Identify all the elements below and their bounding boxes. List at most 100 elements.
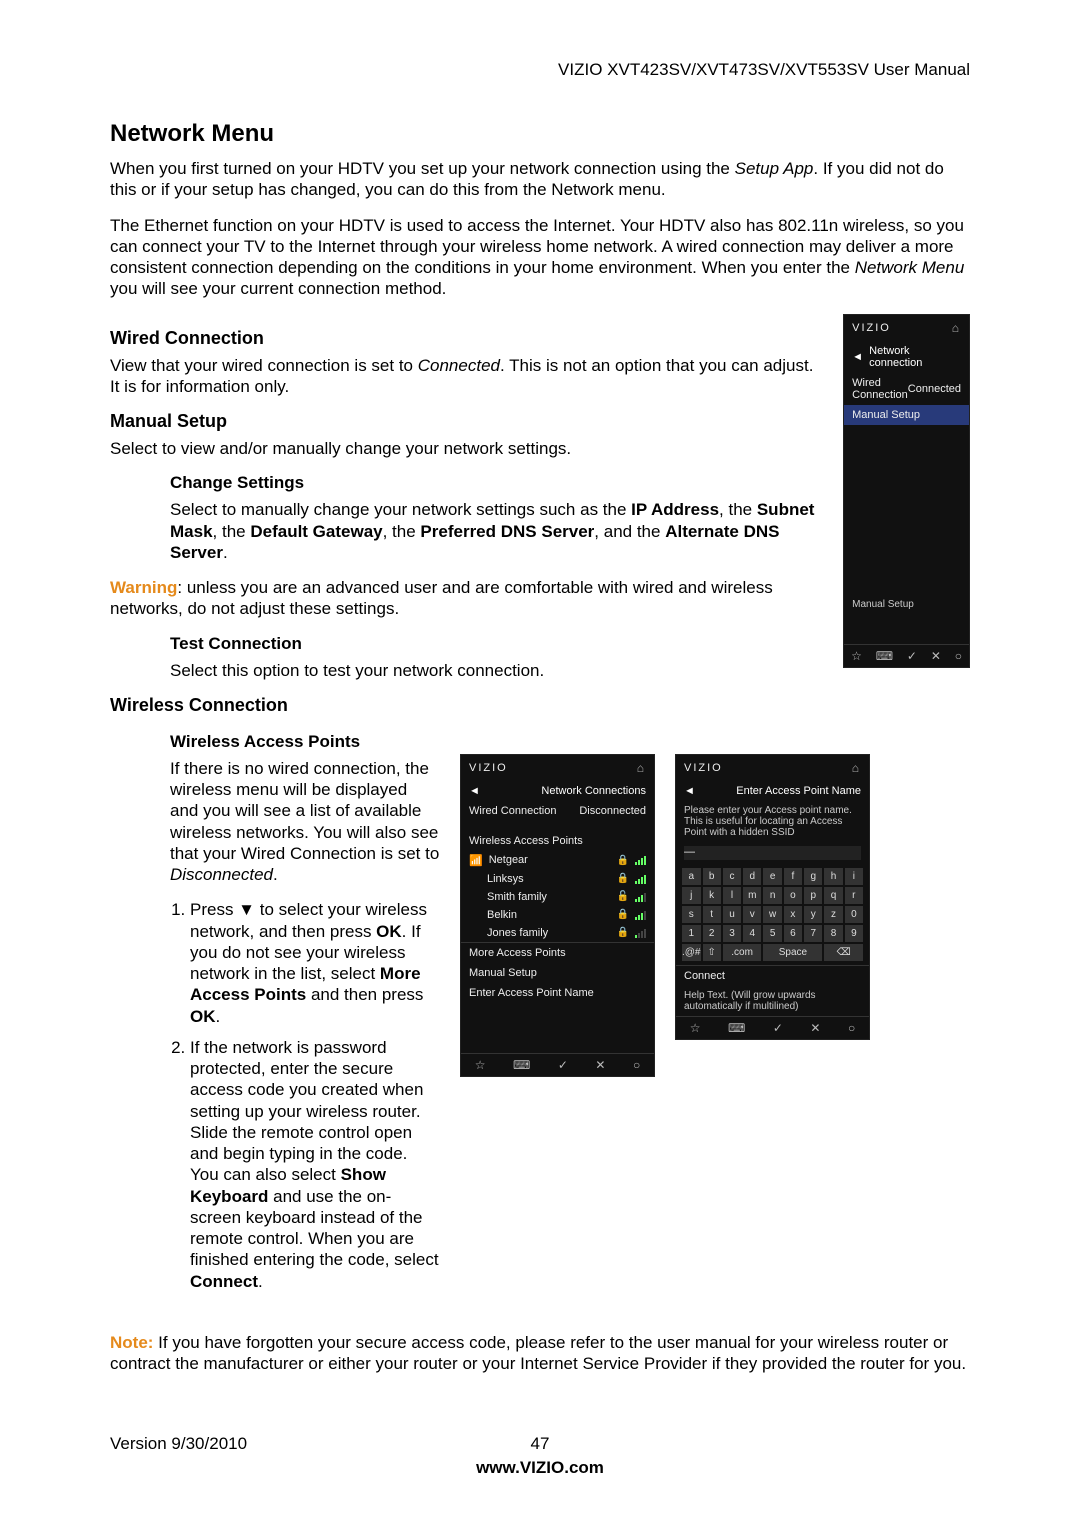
enter-ap-name-item: Enter Access Point Name [469, 987, 594, 999]
ip-address-bold: IP Address [631, 500, 719, 519]
wired-connection-label: Wired Connection [852, 377, 908, 401]
key: r [845, 887, 863, 904]
screenshot-network-connections: VIZIO ⌂ ◄ Network Connections Wired Conn… [460, 754, 655, 1077]
network-name: Smith family [487, 891, 611, 903]
ok-bold-2: OK [190, 1007, 216, 1026]
key: e [763, 868, 781, 885]
note-text: Note: If you have forgotten your secure … [110, 1332, 970, 1375]
connect-item: Connect [684, 970, 725, 982]
page-number: 47 [531, 1434, 550, 1454]
text: . [223, 543, 228, 562]
hint-text: Manual Setup [844, 595, 969, 614]
key: 7 [804, 925, 822, 942]
signal-icon [635, 892, 646, 902]
wired-connection-state: Connected [908, 383, 961, 395]
change-settings-text: Select to manually change your network s… [170, 499, 823, 563]
back-icon: ◄ [469, 785, 480, 797]
screen-title: Network connection [869, 345, 961, 369]
connect-bold: Connect [190, 1272, 258, 1291]
key: i [845, 868, 863, 885]
text: If the network is password protected, en… [190, 1038, 423, 1185]
key-dotcom: .com [723, 944, 762, 961]
key: y [804, 906, 822, 923]
screen-title: Enter Access Point Name [736, 785, 861, 797]
key: b [703, 868, 721, 885]
key: n [763, 887, 781, 904]
home-icon: ⌂ [637, 761, 646, 775]
intro-para-1: When you first turned on your HDTV you s… [110, 158, 970, 201]
close-icon: ✕ [810, 1021, 820, 1035]
close-icon: ✕ [931, 649, 941, 663]
key: k [703, 887, 721, 904]
close-icon: ✕ [595, 1058, 605, 1072]
on-screen-keyboard: abcdefghi jklmnopqr stuvwxyz0 123456789 … [676, 864, 869, 965]
key: 6 [784, 925, 802, 942]
key: 5 [763, 925, 781, 942]
key: c [723, 868, 741, 885]
wifi-icon: 📶 [469, 854, 483, 867]
key: l [723, 887, 741, 904]
text: If there is no wired connection, the wir… [170, 759, 439, 863]
wired-label: Wired Connection [469, 805, 556, 817]
text: Select to manually change your network s… [170, 500, 631, 519]
key: 1 [682, 925, 701, 942]
wired-connection-heading: Wired Connection [110, 328, 823, 349]
help-text-1: Please enter your Access point name. Thi… [676, 801, 869, 842]
page-title: Network Menu [110, 120, 970, 148]
key: t [703, 906, 721, 923]
setup-app-italic: Setup App [735, 159, 814, 178]
key: g [804, 868, 822, 885]
version-text: Version 9/30/2010 [110, 1434, 247, 1454]
key: 9 [845, 925, 863, 942]
screenshot-network-connection: VIZIO ⌂ ◄ Network connection Wired Conne… [843, 314, 970, 668]
key: z [824, 906, 842, 923]
preferred-dns-bold: Preferred DNS Server [420, 522, 594, 541]
step-1: Press ▼ to select your wireless network,… [190, 899, 440, 1027]
wap-heading: Wireless Access Points [170, 732, 440, 752]
note-label: Note: [110, 1333, 153, 1352]
text-input: — [684, 846, 861, 860]
back-icon: ◄ [684, 785, 695, 797]
star-icon: ☆ [851, 649, 862, 663]
text: : unless you are an advanced user and ar… [110, 578, 773, 618]
warning-text: Warning: unless you are an advanced user… [110, 577, 823, 620]
screen-title: Network Connections [541, 785, 646, 797]
key-space: Space [763, 944, 822, 961]
help-icon: ✓ [907, 649, 917, 663]
key: w [763, 906, 781, 923]
text: , the [213, 522, 251, 541]
wired-connection-text: View that your wired connection is set t… [110, 355, 823, 398]
text: View that your wired connection is set t… [110, 356, 418, 375]
key: a [682, 868, 701, 885]
back-icon: ◄ [852, 351, 863, 363]
key: v [743, 906, 761, 923]
key: 4 [743, 925, 761, 942]
help-icon: ✓ [773, 1021, 783, 1035]
doc-header: VIZIO XVT423SV/XVT473SV/XVT553SV User Ma… [110, 60, 970, 80]
network-name: Jones family [487, 927, 611, 939]
text: you will see your current connection met… [110, 279, 446, 298]
star-icon: ☆ [475, 1058, 486, 1072]
more-access-points-item: More Access Points [469, 947, 566, 959]
connected-italic: Connected [418, 356, 500, 375]
text: , the [719, 500, 757, 519]
screenshot-enter-ap-name: VIZIO ⌂ ◄ Enter Access Point Name Please… [675, 754, 870, 1040]
key: x [784, 906, 802, 923]
test-connection-text: Select this option to test your network … [170, 660, 823, 681]
text: If you have forgotten your secure access… [110, 1333, 966, 1373]
wireless-connection-heading: Wireless Connection [110, 695, 823, 716]
key: u [723, 906, 741, 923]
help-icon: ✓ [558, 1058, 568, 1072]
steps-list: Press ▼ to select your wireless network,… [110, 899, 440, 1292]
signal-icon [635, 928, 646, 938]
brand-label: VIZIO [852, 322, 891, 334]
text: and then press [306, 985, 423, 1004]
key: o [784, 887, 802, 904]
network-name: Belkin [487, 909, 611, 921]
key: s [682, 906, 701, 923]
circle-icon: ○ [955, 649, 962, 663]
wired-state: Disconnected [579, 805, 646, 817]
network-menu-italic: Network Menu [855, 258, 965, 277]
warning-label: Warning [110, 578, 177, 597]
network-name: Netgear [489, 854, 611, 866]
